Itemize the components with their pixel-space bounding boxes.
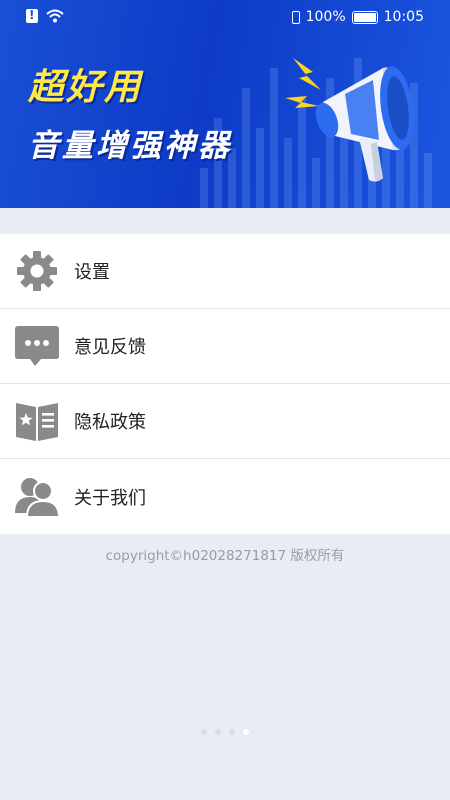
banner-title-line2: 音量增强神器	[28, 128, 232, 164]
menu-label-privacy-policy: 隐私政策	[74, 412, 146, 433]
page-dot-active	[243, 729, 249, 735]
alert-icon	[26, 8, 38, 23]
page-dot	[215, 729, 221, 735]
menu-label-feedback: 意见反馈	[74, 337, 146, 358]
page-indicator	[0, 729, 450, 735]
vibrate-icon	[291, 10, 300, 24]
battery-icon	[351, 10, 378, 24]
book-star-icon	[14, 398, 60, 444]
battery-percent: 100%	[305, 9, 346, 25]
menu-list: 设置 意见反馈 隐私政策 关于我们	[0, 234, 450, 534]
megaphone-icon	[285, 58, 414, 182]
page-dot	[201, 729, 207, 735]
menu-label-settings: 设置	[74, 262, 110, 283]
header-banner: 100% 10:05 超好用 音量增强神器	[0, 0, 450, 208]
banner-title: 超好用 音量增强神器	[28, 58, 232, 165]
gear-icon	[14, 248, 60, 294]
wifi-icon	[46, 9, 64, 23]
chat-bubble-icon	[14, 323, 60, 369]
menu-label-about-us: 关于我们	[74, 487, 146, 509]
menu-item-feedback[interactable]: 意见反馈	[0, 309, 450, 384]
clock: 10:05	[383, 9, 424, 25]
users-icon	[14, 474, 60, 520]
banner-title-line1: 超好用	[28, 67, 143, 108]
copyright-text: copyright©h02028271817 版权所有	[105, 548, 345, 564]
status-bar: 100% 10:05	[0, 0, 450, 34]
page-dot	[229, 729, 235, 735]
menu-item-settings[interactable]: 设置	[0, 234, 450, 309]
menu-item-about-us[interactable]: 关于我们	[0, 459, 450, 534]
menu-item-privacy-policy[interactable]: 隐私政策	[0, 384, 450, 459]
